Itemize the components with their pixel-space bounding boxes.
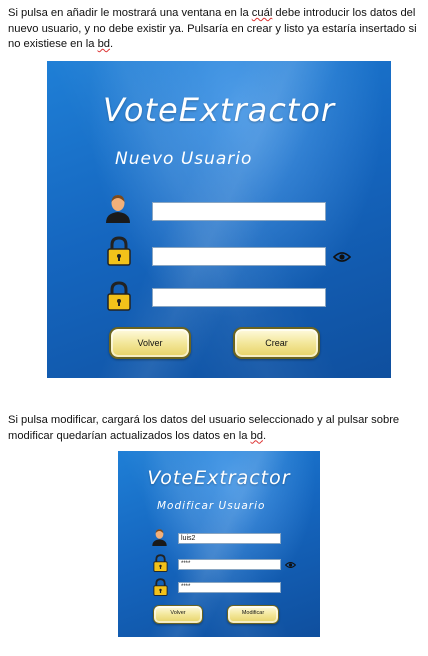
- eye-icon[interactable]: [333, 251, 351, 263]
- modify-text-end: .: [263, 429, 267, 442]
- confirm-password-field[interactable]: ****: [178, 582, 281, 593]
- back-button[interactable]: Volver: [109, 327, 191, 359]
- modify-button[interactable]: Modificar: [227, 605, 279, 624]
- modify-text: Si pulsa modificar, cargará los datos de…: [8, 414, 400, 442]
- intro-text-end: .: [110, 38, 114, 50]
- app-title: VoteExtractor: [147, 467, 291, 489]
- lock-icon: [107, 236, 131, 266]
- create-button[interactable]: Crear: [233, 327, 320, 359]
- username-field[interactable]: luis2: [178, 533, 281, 544]
- new-user-window: VoteExtractor Nuevo Usuario Volver Crear: [47, 61, 391, 378]
- confirm-password-field[interactable]: [152, 288, 326, 307]
- misspelled-word: cuál: [251, 7, 273, 19]
- back-button[interactable]: Volver: [153, 605, 203, 624]
- app-title: VoteExtractor: [102, 91, 336, 129]
- lock-icon: [153, 578, 168, 596]
- modify-user-window: VoteExtractor Modificar Usuario luis2 **…: [118, 451, 320, 637]
- user-icon: [152, 529, 167, 546]
- db-word: bd: [97, 38, 111, 50]
- lock-icon: [153, 554, 168, 572]
- intro-text-1: Si pulsa en añadir le mostrará una venta…: [8, 7, 252, 19]
- eye-icon[interactable]: [285, 561, 296, 569]
- modify-paragraph: Si pulsa modificar, cargará los datos de…: [8, 413, 420, 444]
- db-word: bd: [250, 429, 263, 442]
- user-icon: [106, 195, 130, 223]
- username-field[interactable]: [152, 202, 326, 221]
- intro-paragraph: Si pulsa en añadir le mostrará una venta…: [8, 6, 420, 53]
- lock-icon: [107, 281, 131, 311]
- password-field[interactable]: ****: [178, 559, 281, 570]
- window-subtitle: Modificar Usuario: [157, 500, 266, 512]
- password-field[interactable]: [152, 247, 326, 266]
- window-subtitle: Nuevo Usuario: [115, 149, 253, 169]
